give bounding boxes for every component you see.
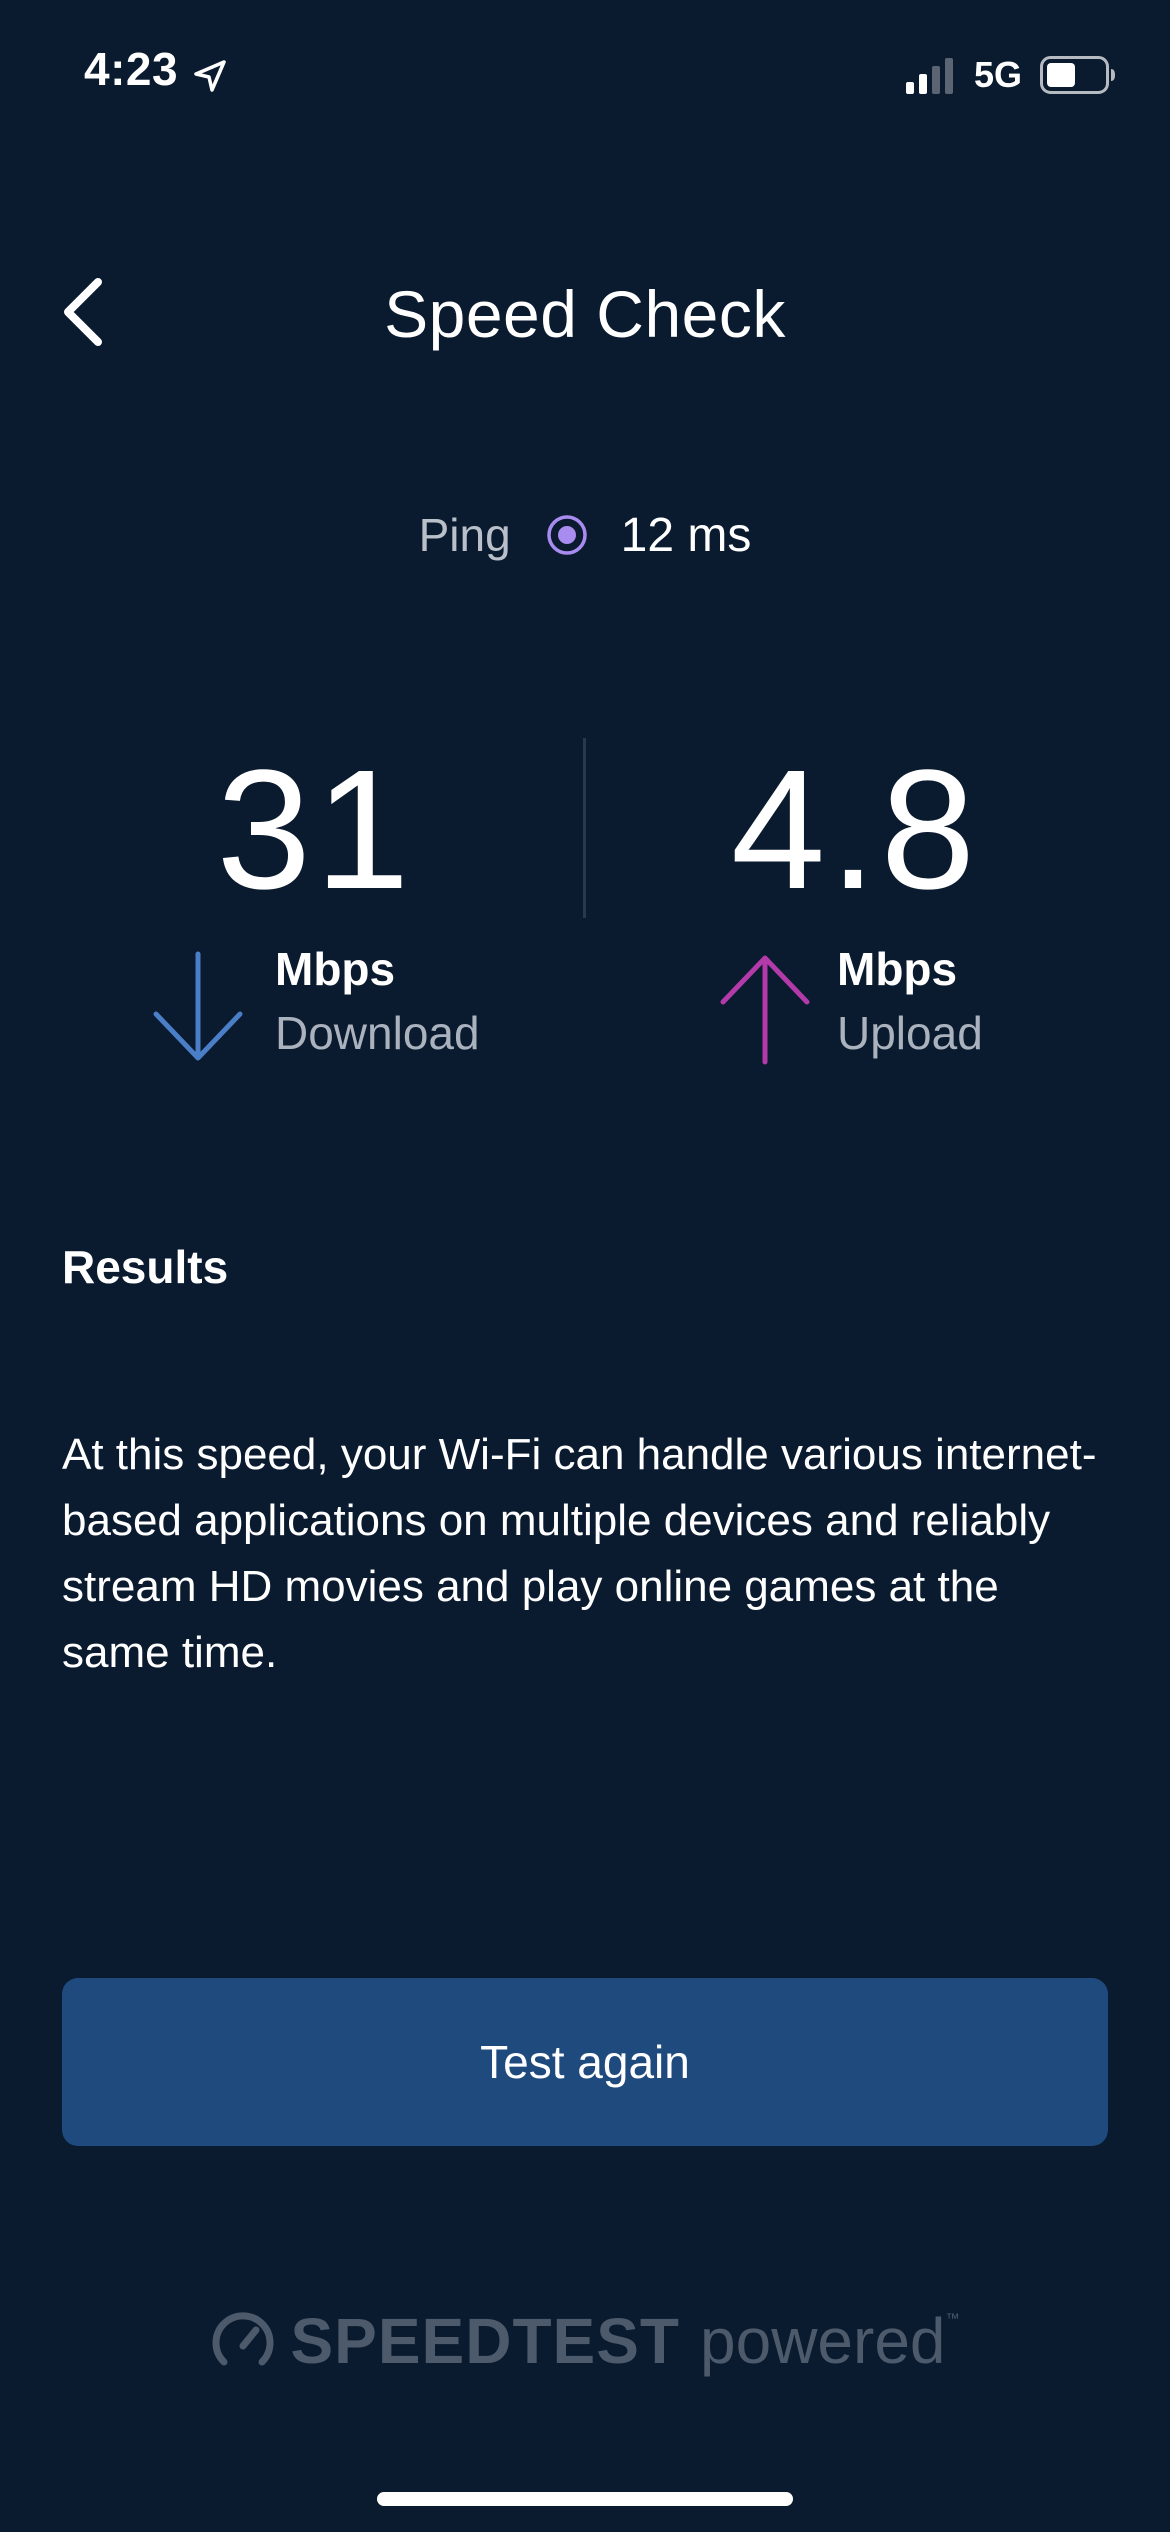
powered-label: powered [700, 2305, 946, 2377]
nav-bar: Speed Check [0, 240, 1170, 380]
test-again-button[interactable]: Test again [62, 1978, 1108, 2146]
speedtest-powered-logo: SPEEDTEST powered ™ [0, 2296, 1170, 2386]
download-unit: Mbps [275, 943, 396, 995]
results-heading: Results [62, 1241, 229, 1293]
location-arrow-icon [194, 60, 226, 92]
upload-result: 4.8 Mbps Upload [585, 730, 1170, 1090]
upload-unit: Mbps [837, 943, 958, 995]
trademark-mark: ™ [945, 2310, 960, 2326]
page-title: Speed Check [384, 277, 786, 351]
upload-label: Upload [837, 1007, 983, 1059]
status-time: 4:23 [84, 43, 179, 95]
results-description: At this speed, your Wi-Fi can handle var… [62, 1430, 1097, 1677]
speedtest-gauge-icon [212, 2312, 274, 2366]
battery-icon [1040, 56, 1115, 94]
download-label: Download [275, 1007, 480, 1059]
test-again-label: Test again [480, 2036, 690, 2088]
signal-strength-icon [906, 58, 953, 94]
ping-value: 12 ms [620, 508, 752, 562]
ping-label: Ping [418, 509, 511, 561]
status-bar: 4:23 5G [0, 0, 1170, 150]
arrow-down-icon [153, 951, 243, 1061]
home-indicator[interactable] [377, 2492, 793, 2506]
ping-dot-icon [546, 515, 587, 555]
network-type: 5G [974, 54, 1023, 95]
download-speed-value: 31 [216, 735, 414, 925]
upload-speed-value: 4.8 [730, 735, 980, 925]
download-result: 31 Mbps Download [0, 730, 585, 1090]
arrow-up-icon [720, 955, 810, 1065]
speedtest-brand: SPEEDTEST [290, 2305, 681, 2377]
ping-row: Ping 12 ms [0, 500, 1170, 570]
